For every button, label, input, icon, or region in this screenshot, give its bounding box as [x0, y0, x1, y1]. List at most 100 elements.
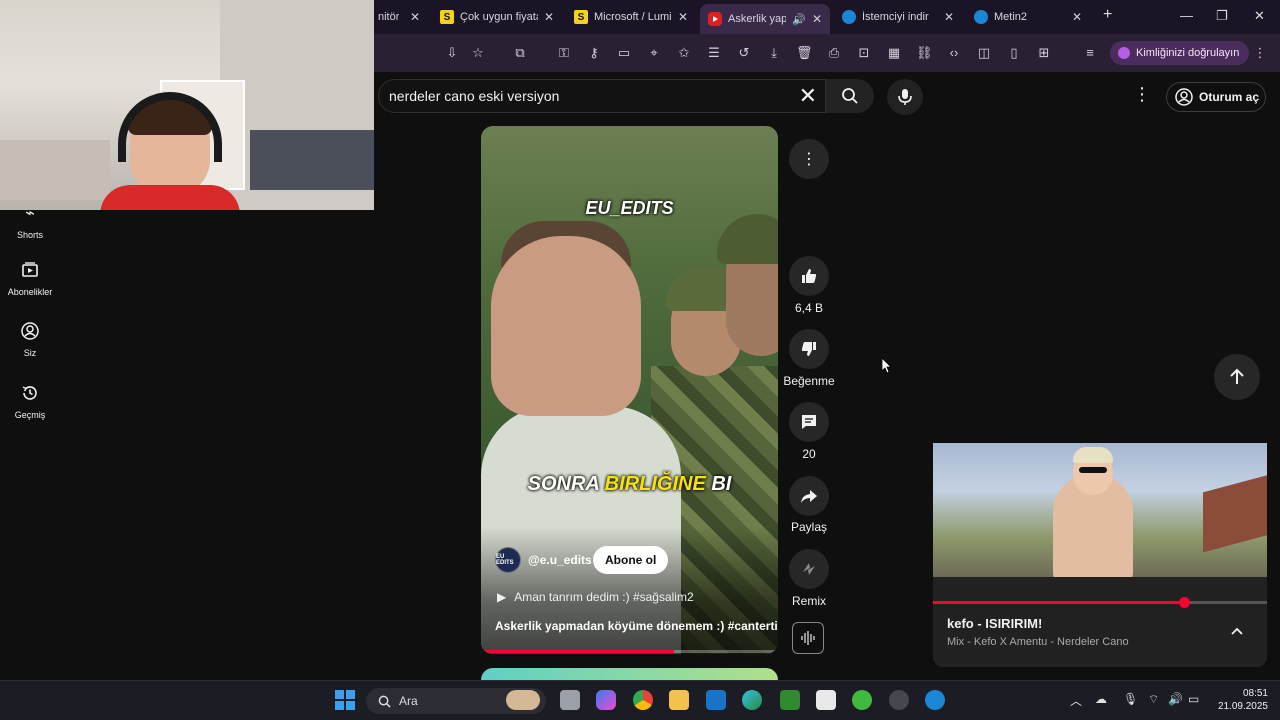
short-video-player[interactable]: EU_EDITS SONRA BIRLIĞINE BI EU EDITS @e.… [481, 126, 778, 654]
windows-start-icon[interactable] [334, 689, 356, 711]
tab-close-icon[interactable]: ✕ [944, 10, 954, 24]
collections-icon[interactable]: ✩ [676, 45, 692, 61]
nav-history[interactable]: Geçmiş [0, 384, 60, 420]
bed [250, 130, 374, 190]
person-shirt [100, 185, 240, 210]
search-box[interactable]: nerdeler cano eski versiyon ✕ [378, 79, 826, 113]
tab-cok-uygun[interactable]: S Çok uygun fiyata ✕ [432, 4, 562, 30]
mini-player[interactable]: kefo - ISIRIRIM! Mix - Kefo X Amentu - N… [933, 417, 1267, 667]
reader-icon[interactable]: ◫ [976, 45, 992, 61]
mini-progress-knob[interactable] [1178, 597, 1190, 608]
search-input[interactable]: nerdeler cano eski versiyon [389, 88, 559, 104]
tab-close-icon[interactable]: ✕ [410, 10, 420, 24]
steam-icon[interactable] [889, 690, 909, 710]
tab-close-icon[interactable]: ✕ [1072, 10, 1082, 24]
search-button[interactable] [826, 79, 874, 113]
battery-icon[interactable]: ▭ [1188, 692, 1199, 706]
app-icon[interactable]: ⊞ [1036, 45, 1052, 61]
minimize-button[interactable]: — [1180, 8, 1193, 23]
chrome-icon[interactable] [633, 690, 653, 710]
utorrent-icon[interactable] [852, 690, 872, 710]
tray-chevron-up-icon[interactable]: ︿ [1070, 692, 1082, 709]
short-menu-button[interactable]: ⋮ [789, 139, 829, 179]
onedrive-icon[interactable]: ☁ [1095, 692, 1107, 706]
clear-search-icon[interactable]: ✕ [799, 84, 817, 108]
edge-taskbar-icon[interactable] [742, 690, 762, 710]
tab-close-icon[interactable]: ✕ [812, 12, 822, 26]
speaker-icon[interactable]: 🔊 [792, 13, 806, 26]
menu-dots-icon[interactable]: ⋮ [1252, 45, 1268, 61]
history-toolbar-icon[interactable]: ↺ [736, 45, 752, 61]
edge-browser-icon[interactable] [925, 690, 945, 710]
remix-button[interactable] [789, 549, 829, 589]
channel-avatar[interactable]: EU EDITS [495, 547, 521, 573]
minecraft-icon[interactable] [780, 690, 800, 710]
code-icon[interactable]: ‹› [946, 45, 962, 61]
download-icon[interactable]: ⤓ [766, 45, 782, 61]
nav-you[interactable]: Siz [0, 322, 60, 358]
restore-button[interactable]: ❐ [1216, 8, 1228, 24]
tab-close-icon[interactable]: ✕ [544, 10, 554, 24]
sound-button[interactable] [792, 622, 824, 654]
microphone-tray-icon[interactable]: 🎙 [1123, 692, 1138, 706]
caption-part: BI [705, 473, 732, 495]
qr-icon[interactable]: ▦ [886, 45, 902, 61]
reading-list-icon[interactable]: ☰ [706, 45, 722, 61]
music-line[interactable]: ▶ Aman tanrım dedim :) #sağsalim2 [497, 590, 694, 604]
share-button[interactable] [789, 476, 829, 516]
card-icon[interactable]: ▭ [616, 45, 632, 61]
tab-monitor[interactable]: nitör ✕ [370, 4, 428, 30]
tab-istemciyi-indir[interactable]: İstemciyi indir ✕ [834, 4, 962, 30]
voice-search-button[interactable] [887, 79, 923, 115]
more-options-icon[interactable]: ⋮ [1132, 84, 1152, 108]
taskbar-clock[interactable]: 08:51 21.09.2025 [1208, 687, 1268, 713]
install-app-icon[interactable]: ⇩ [444, 45, 460, 61]
chevron-up-icon[interactable] [1229, 623, 1245, 639]
verify-label: Kimliğinizi doğrulayın [1136, 47, 1240, 59]
key-icon[interactable]: ⚷ [586, 45, 602, 61]
video-title[interactable]: Askerlik yapmadan köyüme dönemem :) #can… [495, 619, 778, 633]
dislike-button[interactable] [789, 329, 829, 369]
volume-icon[interactable]: 🔊 [1168, 692, 1183, 706]
close-window-button[interactable]: ✕ [1254, 8, 1265, 24]
playlist-icon[interactable]: ≡ [1082, 45, 1098, 61]
copilot-icon[interactable] [596, 690, 616, 710]
caption-part: SONRA [527, 473, 605, 495]
trash-icon[interactable]: 🗑 [796, 45, 813, 61]
tab-metin2[interactable]: Metin2 ✕ [966, 4, 1090, 30]
caption-highlight: BIRLIĞINE [604, 473, 706, 495]
store-icon[interactable] [816, 690, 836, 710]
scroll-up-button[interactable] [1214, 354, 1260, 400]
split-screen-icon[interactable]: ▯ [1006, 45, 1022, 61]
password-icon[interactable]: ⚿ [556, 45, 572, 61]
mini-player-progress-bar[interactable] [933, 601, 1267, 604]
extensions-icon[interactable]: ⧉ [512, 45, 528, 61]
mini-player-title[interactable]: kefo - ISIRIRIM! [947, 616, 1042, 631]
tab-askerlik[interactable]: Askerlik yapı 🔊 ✕ [700, 4, 830, 34]
link-icon[interactable]: ⛓ [916, 45, 933, 61]
subscribe-button[interactable]: Abone ol [593, 546, 669, 574]
verify-identity-button[interactable]: Kimliğinizi doğrulayın [1110, 41, 1250, 65]
location-icon[interactable]: ⌖ [646, 45, 662, 61]
video-progress-bar[interactable] [481, 650, 778, 653]
comments-button[interactable] [789, 402, 829, 442]
profile-icon [1118, 47, 1130, 59]
nav-label: Geçmiş [14, 410, 46, 420]
favorite-star-icon[interactable]: ☆ [470, 45, 486, 61]
task-view-icon[interactable] [560, 690, 580, 710]
print-icon[interactable]: ⎙ [826, 45, 842, 61]
widget-icon[interactable] [506, 690, 540, 710]
wifi-icon[interactable]: ⌔ [1148, 692, 1159, 707]
new-tab-button[interactable]: + [1103, 6, 1112, 24]
sign-in-button[interactable]: Oturum aç [1166, 82, 1266, 112]
file-explorer-icon[interactable] [669, 690, 689, 710]
channel-handle[interactable]: @e.u_edits [528, 553, 592, 567]
tab-microsoft-lumi[interactable]: S Microsoft / Lumi ✕ [566, 4, 696, 30]
outlook-icon[interactable] [706, 690, 726, 710]
nav-subscriptions[interactable]: Abonelikler [0, 261, 60, 297]
like-count: 6,4 B [794, 301, 824, 315]
tab-close-icon[interactable]: ✕ [678, 10, 688, 24]
screenshot-icon[interactable]: ⊡ [856, 45, 872, 61]
mini-player-video[interactable] [933, 443, 1267, 577]
like-button[interactable] [789, 256, 829, 296]
